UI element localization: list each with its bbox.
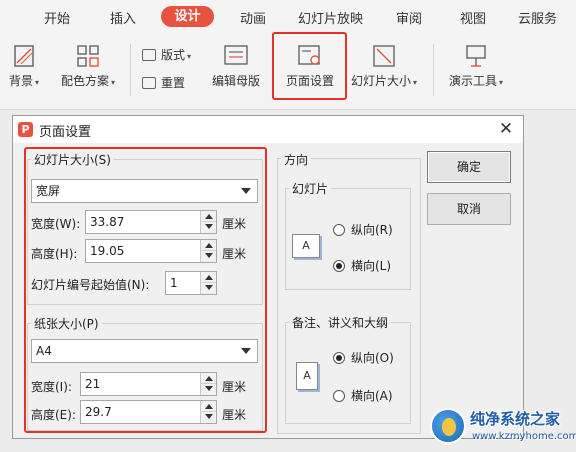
- close-icon[interactable]: ✕: [492, 117, 520, 141]
- slide-size-button[interactable]: 幻灯片大小 ▾: [346, 44, 422, 89]
- app-icon: P: [18, 122, 33, 137]
- slide-size-label: 幻灯片大小: [350, 74, 411, 88]
- slides-orientation-label: 幻灯片: [289, 180, 332, 197]
- size-settings-highlight: [24, 147, 267, 433]
- radio-off-icon: [333, 224, 345, 236]
- radio-off-icon: [333, 390, 345, 402]
- edit-master-icon: [224, 45, 248, 65]
- orientation-group-label: 方向: [281, 151, 312, 168]
- slides-portrait-radio[interactable]: 纵向(R): [333, 221, 393, 238]
- ribbon-divider: [130, 44, 131, 96]
- slides-landscape-label: 横向(L): [351, 259, 392, 273]
- page-setup-dialog: P 页面设置 ✕ 幻灯片大小(S) 宽屏 宽度(W): 33.87 厘米 高度(…: [12, 115, 524, 439]
- page-setup-highlight: [272, 32, 347, 100]
- cancel-button[interactable]: 取消: [427, 193, 511, 225]
- layout-label: 版式: [161, 48, 186, 62]
- chevron-down-icon: ▾: [187, 52, 192, 61]
- color-scheme-label: 配色方案: [60, 74, 109, 88]
- tab-cloud[interactable]: 云服务: [518, 8, 557, 27]
- layout-icon: [142, 49, 156, 61]
- edit-master-button[interactable]: 编辑母版: [208, 44, 264, 89]
- presenter-tools-label: 演示工具: [448, 74, 497, 88]
- reset-button[interactable]: 重置: [142, 74, 185, 91]
- notes-landscape-label: 横向(A): [351, 389, 393, 403]
- background-icon: [14, 45, 34, 67]
- slide-size-icon: [373, 45, 395, 67]
- radio-on-icon: [333, 260, 345, 272]
- presenter-tools-button[interactable]: 演示工具 ▾: [442, 44, 510, 89]
- chevron-down-icon: ▾: [499, 78, 504, 87]
- watermark-logo-icon: [430, 408, 466, 444]
- tab-animation[interactable]: 动画: [240, 8, 266, 27]
- background-label: 背景: [8, 74, 33, 88]
- tab-insert[interactable]: 插入: [110, 8, 136, 27]
- chevron-down-icon: ▾: [413, 78, 418, 87]
- notes-portrait-radio[interactable]: 纵向(O): [333, 349, 394, 366]
- slides-landscape-radio[interactable]: 横向(L): [333, 257, 391, 274]
- presenter-tools-icon: [466, 45, 486, 67]
- layout-button[interactable]: 版式 ▾: [142, 46, 191, 63]
- background-button[interactable]: 背景 ▾: [6, 44, 42, 89]
- reset-icon: [142, 77, 156, 89]
- menu-bar: 开始 插入 设计 动画 幻灯片放映 审阅 视图 云服务: [0, 0, 576, 34]
- dialog-titlebar: P 页面设置 ✕: [13, 116, 523, 143]
- tab-view[interactable]: 视图: [460, 8, 486, 27]
- slides-portrait-label: 纵向(R): [351, 223, 393, 237]
- watermark-url: www.kzmyhome.com: [472, 431, 576, 442]
- ribbon-divider: [433, 44, 434, 96]
- tab-slideshow[interactable]: 幻灯片放映: [298, 8, 363, 27]
- notes-orientation-label: 备注、讲义和大纲: [289, 314, 392, 331]
- notes-landscape-radio[interactable]: 横向(A): [333, 387, 393, 404]
- reset-label: 重置: [161, 76, 186, 90]
- watermark: 纯净系统之家 www.kzmyhome.com: [424, 404, 576, 452]
- tab-review[interactable]: 审阅: [396, 8, 422, 27]
- color-scheme-button[interactable]: 配色方案 ▾: [56, 44, 120, 89]
- radio-on-icon: [333, 352, 345, 364]
- portrait-page-icon: A: [296, 362, 318, 390]
- ok-button[interactable]: 确定: [427, 151, 511, 183]
- landscape-page-icon: A: [292, 234, 320, 258]
- chevron-down-icon: ▾: [111, 78, 116, 87]
- edit-master-label: 编辑母版: [211, 74, 260, 88]
- watermark-title: 纯净系统之家: [470, 410, 561, 428]
- dialog-title: 页面设置: [39, 125, 92, 140]
- notes-portrait-label: 纵向(O): [351, 351, 394, 365]
- color-scheme-icon: [77, 45, 99, 67]
- tab-design[interactable]: 设计: [161, 6, 214, 27]
- chevron-down-icon: ▾: [35, 78, 40, 87]
- tab-home[interactable]: 开始: [44, 8, 70, 27]
